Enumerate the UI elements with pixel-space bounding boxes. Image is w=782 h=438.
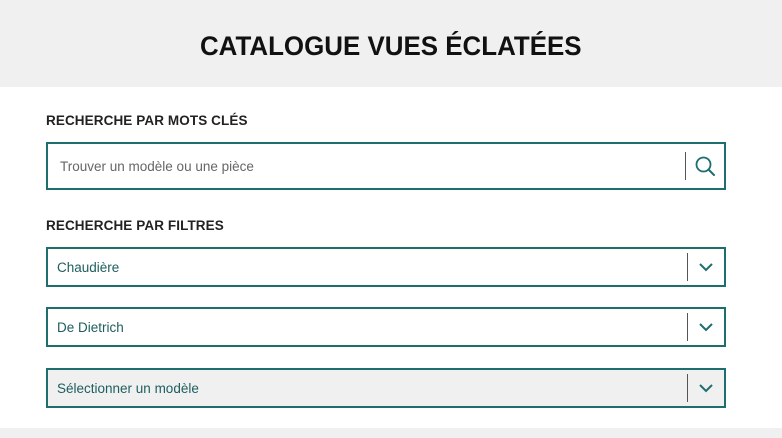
brand-value: De Dietrich [57, 319, 124, 335]
page-header: CATALOGUE VUES ÉCLATÉES [0, 0, 782, 87]
product-type-select[interactable]: Chaudière [46, 247, 726, 287]
brand-dropdown-toggle[interactable] [688, 309, 724, 345]
model-select[interactable]: Sélectionner un modèle [46, 368, 726, 408]
search-button[interactable] [686, 144, 724, 188]
search-icon [695, 156, 715, 176]
footer-strip [0, 428, 782, 438]
chevron-down-icon [699, 384, 713, 393]
keyword-search-label: RECHERCHE PAR MOTS CLÉS [46, 113, 248, 128]
filters-label: RECHERCHE PAR FILTRES [46, 218, 224, 233]
product-type-dropdown-toggle[interactable] [688, 249, 724, 285]
chevron-down-icon [699, 263, 713, 272]
page-title: CATALOGUE VUES ÉCLATÉES [200, 31, 582, 61]
product-type-value: Chaudière [57, 259, 120, 275]
model-value: Sélectionner un modèle [57, 380, 199, 396]
model-dropdown-toggle[interactable] [688, 370, 724, 406]
brand-select[interactable]: De Dietrich [46, 307, 726, 347]
chevron-down-icon [699, 323, 713, 332]
search-input[interactable] [48, 144, 685, 188]
keyword-search-box [46, 142, 726, 190]
